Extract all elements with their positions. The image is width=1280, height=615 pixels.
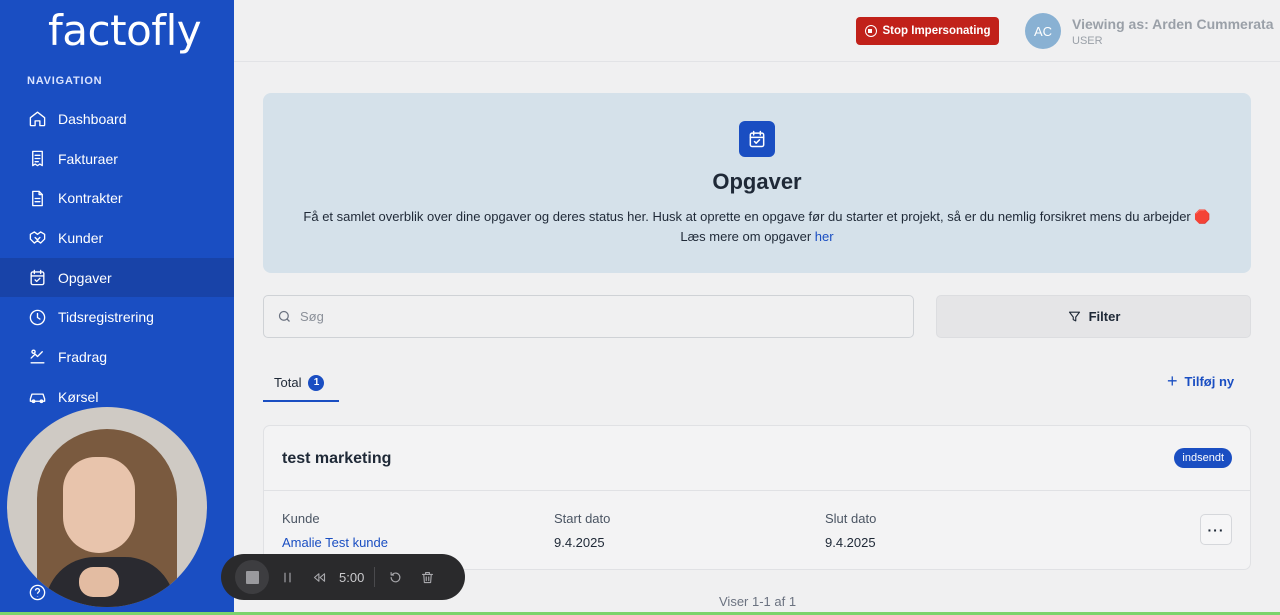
sidebar-nav: Dashboard Fakturaer Kontrakter Kunder Op… <box>0 99 234 417</box>
restart-icon <box>390 571 401 582</box>
search-input[interactable] <box>300 309 880 324</box>
add-new-label: Tilføj ny <box>1184 374 1235 389</box>
task-card[interactable]: test marketing indsendt Kunde Amalie Tes… <box>263 425 1251 570</box>
clock-icon <box>29 309 46 326</box>
sidebar-item-label: Kunder <box>58 229 104 246</box>
logo[interactable]: factofly <box>48 6 202 55</box>
record-stop-button[interactable] <box>235 560 269 594</box>
stop-impersonating-label: Stop Impersonating <box>882 25 991 37</box>
plus-icon: + <box>1167 371 1178 391</box>
sidebar-item-kunder[interactable]: Kunder <box>0 218 234 258</box>
read-more-link[interactable]: her <box>815 229 834 244</box>
delete-button[interactable] <box>411 561 443 593</box>
sidebar-item-opgaver[interactable]: Opgaver <box>0 257 234 298</box>
handshake-icon <box>29 231 46 245</box>
calendar-check-icon <box>30 269 45 286</box>
customer-link[interactable]: Amalie Test kunde <box>282 535 388 550</box>
user-role: USER <box>1072 35 1103 47</box>
task-title: test marketing <box>282 450 392 467</box>
rewind-button[interactable] <box>303 561 335 593</box>
sidebar-item-label: Dashboard <box>58 110 127 127</box>
toolbar-divider <box>374 567 376 587</box>
recording-timer: 5:00 <box>339 569 365 585</box>
filter-label: Filter <box>1088 309 1121 324</box>
status-badge: indsendt <box>1174 448 1232 468</box>
end-date-column: Slut dato 9.4.2025 <box>825 511 876 550</box>
sidebar-item-label: Kørsel <box>58 388 99 405</box>
end-date-value: 9.4.2025 <box>825 535 876 550</box>
sidebar-item-tidsregistrering[interactable]: Tidsregistrering <box>0 297 234 337</box>
start-date-column: Start dato 9.4.2025 <box>554 511 610 550</box>
task-card-header: test marketing indsendt <box>264 426 1250 491</box>
restart-button[interactable] <box>379 561 411 593</box>
rewind-icon <box>313 572 325 582</box>
stop-icon <box>864 25 877 37</box>
more-options-button[interactable]: ··· <box>1200 514 1232 545</box>
page-description: Få et samlet overblik over dine opgaver … <box>303 207 1211 247</box>
search-icon <box>278 310 290 322</box>
sidebar-item-label: Fradrag <box>58 348 108 365</box>
start-date-value: 9.4.2025 <box>554 535 605 550</box>
filter-button[interactable]: Filter <box>936 295 1251 338</box>
page-title: Opgaver <box>712 169 802 194</box>
pause-button[interactable] <box>271 561 303 593</box>
end-date-label: Slut dato <box>825 511 877 526</box>
tab-label: Total <box>274 375 302 390</box>
customer-column: Kunde Amalie Test kunde <box>282 511 388 550</box>
tab-count-badge: 1 <box>308 374 325 391</box>
nav-heading: NAVIGATION <box>27 75 103 87</box>
pagination-summary: Viser 1-1 af 1 <box>719 594 797 609</box>
customer-label: Kunde <box>282 511 320 526</box>
page-hero: Opgaver Få et samlet overblik over dine … <box>263 93 1251 273</box>
topbar: Stop Impersonating AC Viewing as: Arden … <box>234 0 1280 62</box>
sidebar-item-kontrakter[interactable]: Kontrakter <box>0 178 234 218</box>
sidebar-item-fakturaer[interactable]: Fakturaer <box>0 139 234 179</box>
page-description-text: Få et samlet overblik over dine opgaver … <box>303 209 1211 244</box>
sidebar-item-label: Kontrakter <box>58 190 123 207</box>
avatar[interactable]: AC <box>1025 13 1061 49</box>
start-date-label: Start dato <box>554 511 611 526</box>
webcam-bubble[interactable] <box>7 407 207 607</box>
sidebar-item-label: Tidsregistrering <box>58 309 154 326</box>
filter-icon <box>1068 311 1080 322</box>
sidebar-item-fradrag[interactable]: Fradrag <box>0 337 234 377</box>
sidebar-item-label: Opgaver <box>58 269 112 286</box>
viewing-as-label: Viewing as: Arden Cummerata <box>1072 16 1274 32</box>
deduction-icon <box>30 349 45 364</box>
sidebar-item-label: Fakturaer <box>58 150 118 167</box>
sidebar-item-dashboard[interactable]: Dashboard <box>0 99 234 139</box>
search-field[interactable] <box>263 295 914 338</box>
recorder-toolbar: 5:00 <box>221 554 465 600</box>
calendar-check-icon <box>739 121 775 157</box>
stop-impersonating-button[interactable]: Stop Impersonating <box>856 17 999 45</box>
tab-total[interactable]: Total 1 <box>263 365 339 402</box>
webcam-hand <box>79 567 119 597</box>
add-new-button[interactable]: + Tilføj ny <box>1167 371 1235 391</box>
trash-icon <box>421 571 433 583</box>
car-icon <box>29 393 46 404</box>
document-icon <box>32 190 43 207</box>
webcam-face <box>63 457 135 553</box>
pause-icon <box>283 572 291 582</box>
invoice-icon <box>32 150 43 167</box>
stop-square-icon <box>245 570 259 584</box>
home-icon <box>29 111 46 127</box>
